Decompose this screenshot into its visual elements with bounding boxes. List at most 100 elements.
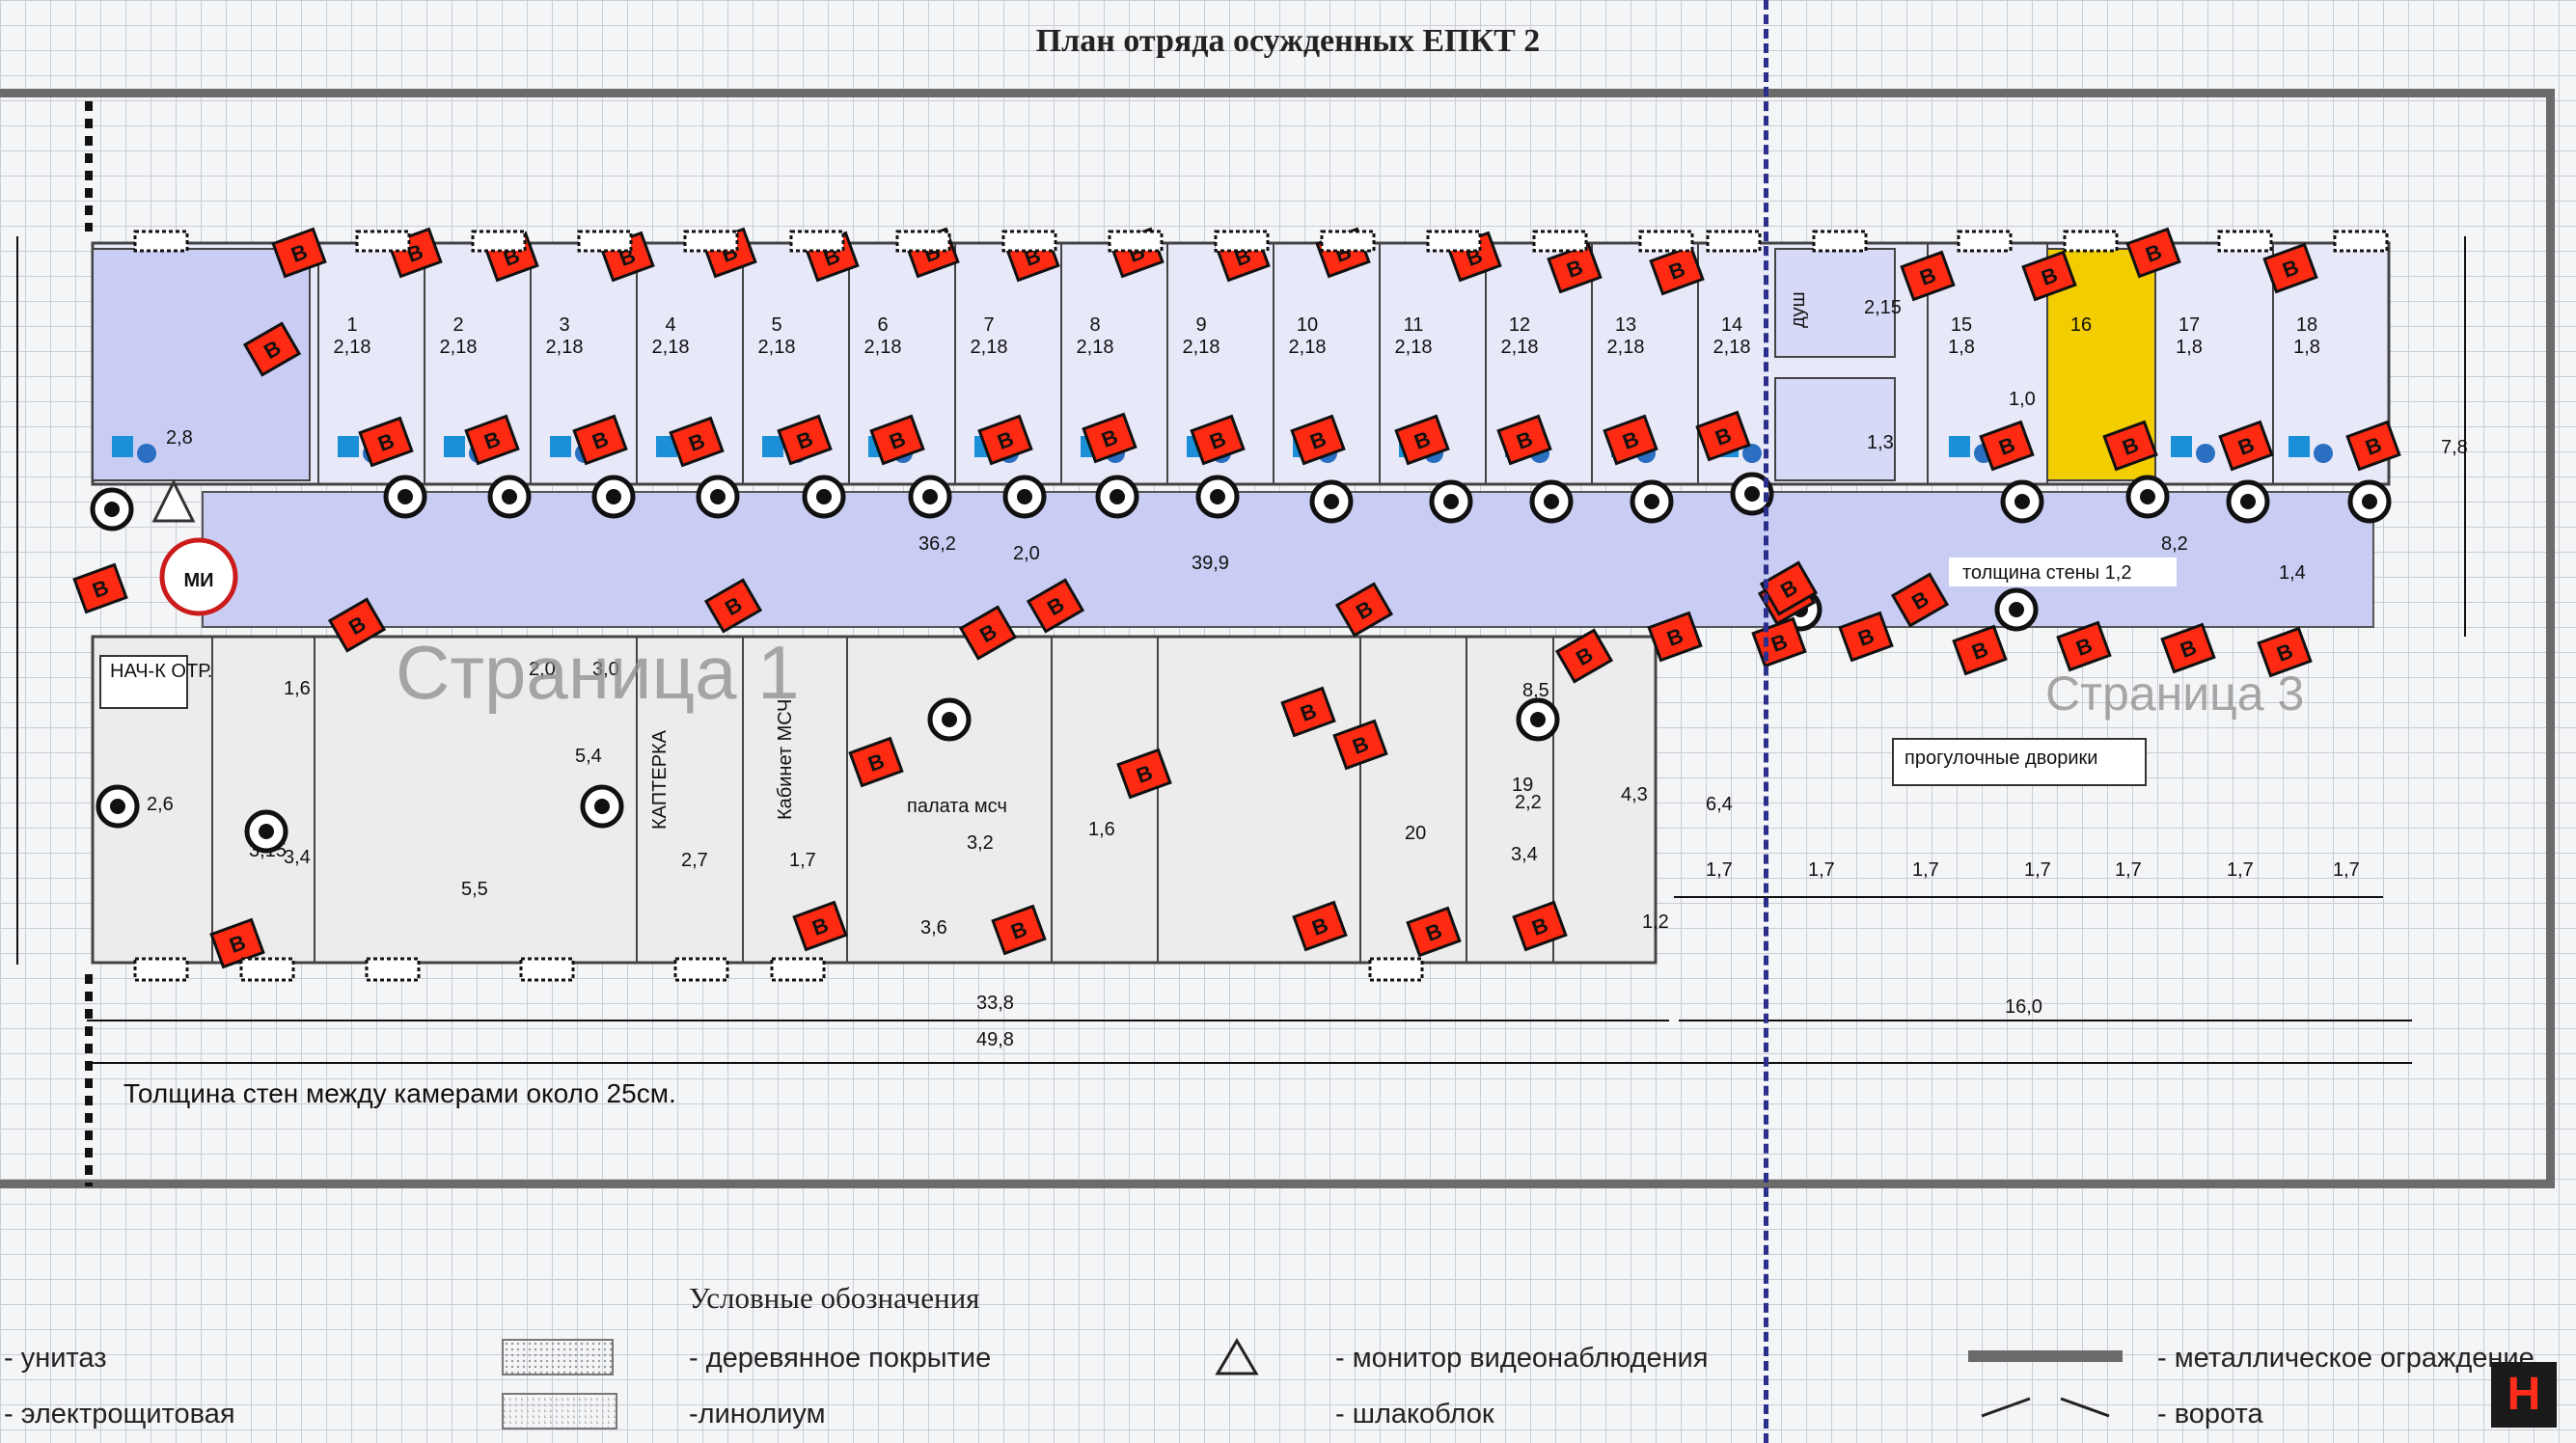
dimension-label: 1,3	[1867, 432, 1894, 453]
vent-grille	[1957, 230, 2013, 253]
eye-pupil	[1744, 486, 1760, 502]
cell-number: 10	[1297, 314, 1318, 336]
toilet-icon	[1949, 436, 1970, 457]
legend-linoleum: -линолиум	[689, 1399, 826, 1429]
eye-pupil	[2009, 602, 2024, 617]
cell-size: 2,18	[864, 337, 902, 358]
eye-pupil	[2240, 494, 2256, 509]
eye-pupil	[1544, 494, 1559, 509]
eye-pupil	[816, 489, 832, 504]
cell-size: 2,18	[1183, 337, 1220, 358]
vent-grille	[1812, 230, 1868, 253]
monitor-legend-icon	[1215, 1338, 1259, 1375]
cell-number: 9	[1195, 314, 1206, 336]
dimension-label: 2,7	[681, 850, 708, 871]
cell-size: 1,8	[2176, 337, 2203, 358]
mi-label: МИ	[183, 570, 213, 591]
dush-label: душ	[1788, 291, 1809, 328]
cell-size: 1,8	[1948, 337, 1975, 358]
cell-size: 2,18	[546, 337, 584, 358]
eye-pupil	[397, 489, 413, 504]
dimension-label: 2,8	[166, 427, 193, 449]
dimension-label: 5,5	[461, 879, 488, 900]
cell-size: 2,18	[1501, 337, 1539, 358]
eye-pupil	[1324, 494, 1339, 509]
cell-number: 11	[1404, 314, 1424, 336]
vent-grille	[365, 957, 421, 982]
dimension-label: 6,4	[1706, 794, 1733, 815]
eye-pupil	[606, 489, 621, 504]
vent-grille	[471, 230, 527, 253]
dimension-label: 2,6	[147, 794, 174, 815]
cell-number: 3	[559, 314, 569, 336]
dimension-label: 1,7	[2227, 859, 2254, 881]
vent-grille	[1706, 230, 1762, 253]
eye-pupil	[259, 824, 274, 839]
dimension-label: 16,0	[2005, 996, 2042, 1018]
vent-grille	[1368, 957, 1424, 982]
legend-title: Условные обозначения	[689, 1281, 980, 1315]
cell-size: 2,18	[1607, 337, 1645, 358]
vent-grille	[789, 230, 845, 253]
wall-thickness-note: Толщина стен между камерами около 25см.	[123, 1078, 676, 1108]
toilet-icon	[444, 436, 465, 457]
vent-grille	[1214, 230, 1270, 253]
eye-pupil	[502, 489, 517, 504]
cell-number: 6	[877, 314, 888, 336]
toilet-icon	[338, 436, 359, 457]
vent-grille	[519, 957, 575, 982]
vent-grille	[1532, 230, 1588, 253]
legend-gate: - ворота	[2157, 1399, 2263, 1429]
page-divider-line	[1764, 0, 1768, 1443]
legend-electric: - электрощитовая	[4, 1399, 235, 1429]
cell-size: 2,18	[440, 337, 478, 358]
dimension-label: 1,4	[2279, 562, 2306, 584]
cell-number: 4	[665, 314, 675, 336]
camera-icon: В	[72, 562, 128, 614]
dimension-label: 49,8	[976, 1029, 1014, 1050]
vent-grille	[2217, 230, 2273, 253]
walls-note: толщина стены 1,2	[1962, 562, 2131, 584]
eye-pupil	[1017, 489, 1032, 504]
sink-icon	[137, 444, 156, 463]
page-label-3: Страница 3	[2045, 667, 2305, 721]
cell-size: 2,18	[758, 337, 796, 358]
dimension-label: 2,0	[1013, 543, 1040, 564]
dimension-label: 1,2	[1642, 912, 1669, 933]
gate-legend-icon	[1981, 1397, 2110, 1418]
dimension-label: 1,6	[284, 678, 311, 699]
vent-grille	[673, 957, 729, 982]
cell-size: 2,18	[1077, 337, 1114, 358]
dimension-label: 1,7	[2024, 859, 2051, 881]
cell-number: 13	[1615, 314, 1636, 336]
dimension-label: 3,2	[967, 832, 994, 854]
cell-size: 2,18	[1289, 337, 1327, 358]
dimension-label: 20	[1405, 823, 1426, 844]
palata-label: палата мсч	[907, 796, 1007, 817]
toilet-icon	[762, 436, 783, 457]
toilet-icon	[112, 436, 133, 457]
dimension-label: 7,8	[2441, 437, 2468, 458]
vent-grille	[770, 957, 826, 982]
cell-number: 8	[1089, 314, 1100, 336]
vent-grille	[1426, 230, 1482, 253]
toilet-icon	[2171, 436, 2192, 457]
vent-grille	[683, 230, 739, 253]
camera-icon: В	[2056, 620, 2112, 672]
cell-number: 1	[346, 314, 357, 336]
cell-size: 1,8	[2293, 337, 2320, 358]
dimension-label: 1,7	[1706, 859, 1733, 881]
cell-size: 2,18	[334, 337, 371, 358]
eye-pupil	[110, 799, 125, 814]
eye-pupil	[594, 799, 610, 814]
sink-icon	[2314, 444, 2333, 463]
cell-number: 15	[1951, 314, 1972, 336]
dimension-label: 4,3	[1621, 784, 1648, 805]
nachk-label: НАЧ-К ОТР.	[110, 661, 212, 682]
kapterka-label: КАПТЕРКА	[649, 729, 671, 830]
floor-plan: прогулочные дворики толщина стены 1,2 МИ…	[16, 101, 2468, 1186]
toilet-icon	[550, 436, 571, 457]
dimension-label: 1,7	[2333, 859, 2360, 881]
vent-grille	[895, 230, 951, 253]
toilet-icon	[2288, 436, 2310, 457]
